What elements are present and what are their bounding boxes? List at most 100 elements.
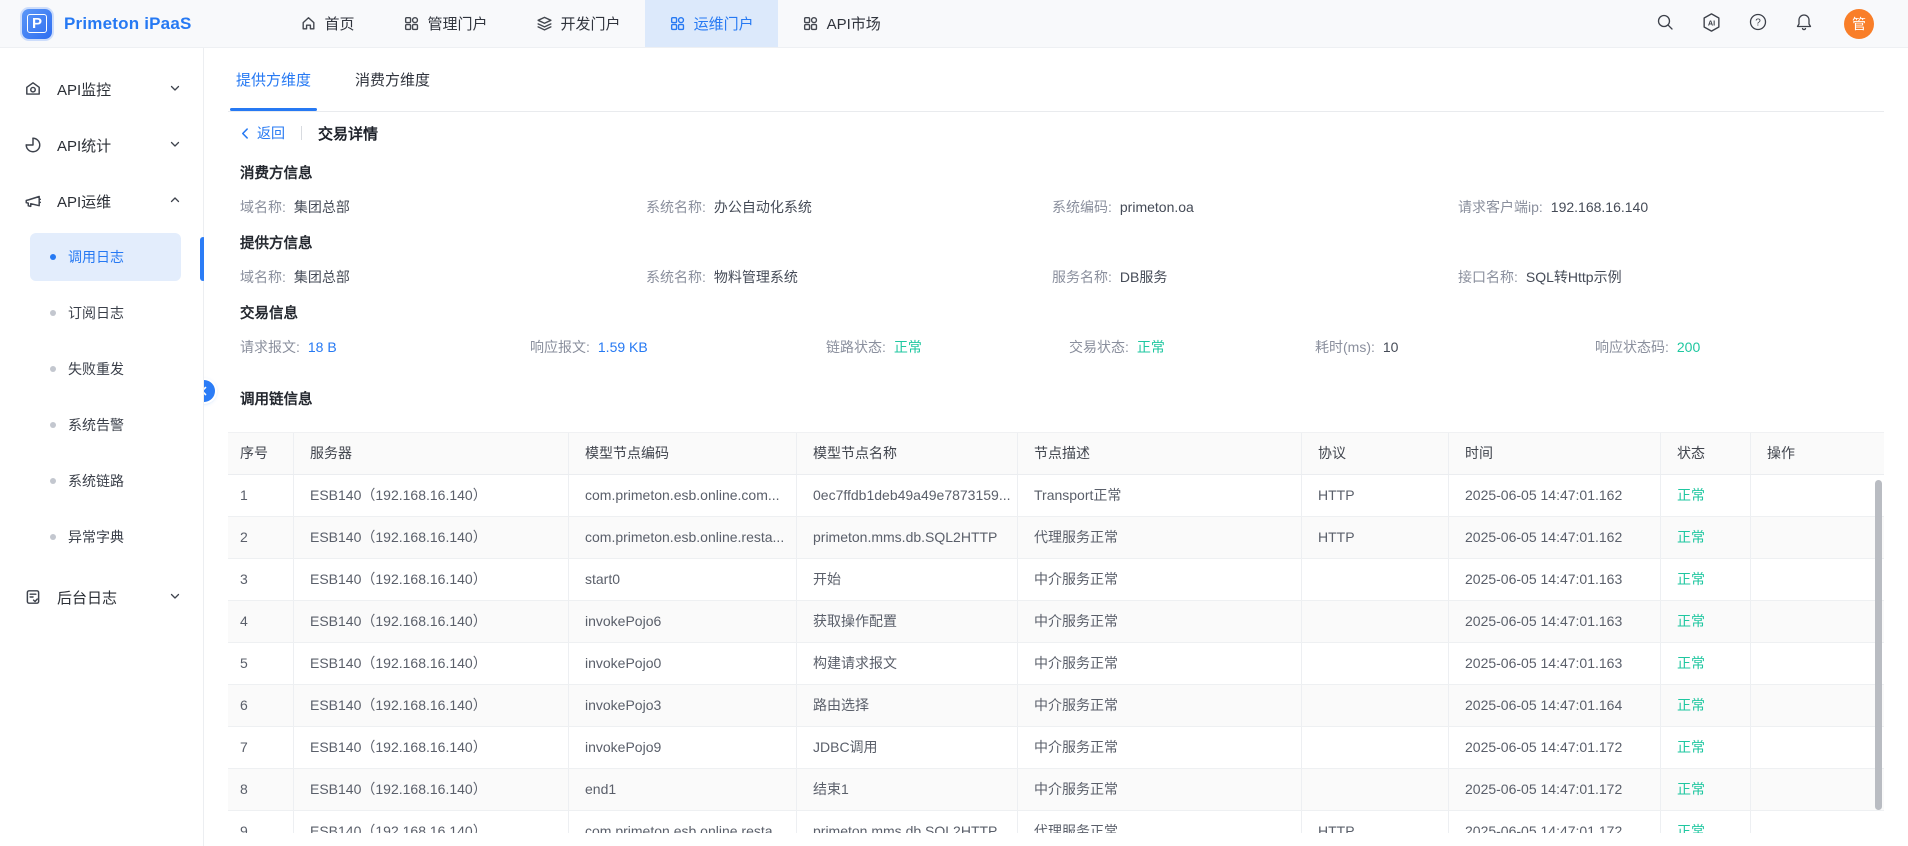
chevron-down-icon (169, 82, 181, 94)
field-value: 物料管理系统 (714, 269, 798, 285)
cell-index: 8 (228, 769, 294, 810)
cell-status: 正常 (1661, 643, 1751, 684)
cell-server: ESB140（192.168.16.140） (294, 475, 569, 516)
sidebar-subitem-system-link[interactable]: 系统链路 (30, 457, 181, 505)
bell-icon[interactable] (1794, 12, 1814, 35)
ai-icon[interactable]: AI (1701, 12, 1722, 36)
cell-status: 正常 (1661, 475, 1751, 516)
field: 系统编码:primeton.oa (1052, 197, 1458, 217)
tab-provider-dimension[interactable]: 提供方维度 (236, 48, 311, 111)
field-value[interactable]: 1.59 KB (598, 339, 648, 355)
column-header-protocol: 协议 (1302, 433, 1449, 474)
chevron-up-icon (169, 194, 181, 206)
field-label: 域名称: (240, 199, 286, 215)
sidebar-subitem-call-log[interactable]: 调用日志 (30, 233, 181, 281)
field-label: 服务名称: (1052, 269, 1112, 285)
cell-server: ESB140（192.168.16.140） (294, 727, 569, 768)
field-value: SQL转Http示例 (1526, 269, 1622, 285)
top-nav: 首页 管理门户 开发门户 运维门户API市场 (276, 0, 905, 47)
top-nav-dev-portal[interactable]: 开发门户 (512, 0, 645, 47)
sidebar-subitem-exception-dict[interactable]: 异常字典 (30, 513, 181, 561)
svg-text:AI: AI (1708, 18, 1715, 27)
divider (301, 126, 302, 140)
cell-action (1751, 475, 1884, 516)
table-row: 7ESB140（192.168.16.140）invokePojo9JDBC调用… (228, 727, 1884, 769)
cell-status: 正常 (1661, 685, 1751, 726)
top-nav-api-market[interactable]: API市场 (778, 0, 905, 47)
sidebar-item-label: API监控 (57, 79, 169, 100)
cell-node-name: 开始 (797, 559, 1018, 600)
cell-index: 6 (228, 685, 294, 726)
grid-icon (403, 15, 420, 32)
top-nav-admin-portal[interactable]: 管理门户 (379, 0, 512, 47)
sidebar-submenu-api-ops: 调用日志订阅日志失败重发系统告警系统链路异常字典 (0, 233, 203, 561)
field-value[interactable]: 18 B (308, 339, 337, 355)
cell-index: 4 (228, 601, 294, 642)
cell-server: ESB140（192.168.16.140） (294, 685, 569, 726)
sidebar-item-api-stats[interactable]: API统计 (0, 117, 203, 173)
cell-index: 2 (228, 517, 294, 558)
cell-node-code: invokePojo3 (569, 685, 797, 726)
field-value: DB服务 (1120, 269, 1167, 285)
cell-server: ESB140（192.168.16.140） (294, 769, 569, 810)
cell-index: 1 (228, 475, 294, 516)
grid-icon (669, 15, 686, 32)
top-nav-label: 管理门户 (428, 13, 488, 34)
tab-label: 消费方维度 (355, 69, 430, 90)
chevron-left-icon (240, 128, 251, 139)
top-nav-ops-portal[interactable]: 运维门户 (645, 0, 778, 47)
field-label: 系统名称: (646, 269, 706, 285)
table-row: 9ESB140（192.168.16.140）com.primeton.esb.… (228, 811, 1884, 833)
field: 交易状态:正常 (1069, 337, 1315, 357)
bullet-dot-icon (50, 310, 56, 316)
column-header-time: 时间 (1449, 433, 1661, 474)
cell-action (1751, 517, 1884, 558)
cell-action (1751, 601, 1884, 642)
sidebar-item-api-monitor[interactable]: API监控 (0, 61, 203, 117)
cell-node-name: primeton.mms.db.SQL2HTTP (797, 811, 1018, 833)
pie-icon (24, 136, 42, 154)
sidebar-collapse-button[interactable] (204, 380, 215, 402)
sidebar-subitem-subscribe-log[interactable]: 订阅日志 (30, 289, 181, 337)
cell-action (1751, 643, 1884, 684)
back-label: 返回 (257, 123, 285, 143)
cell-protocol (1302, 643, 1449, 684)
top-nav-label: 开发门户 (561, 13, 621, 34)
cell-time: 2025-06-05 14:47:01.162 (1449, 475, 1661, 516)
app-logo-icon: P (22, 9, 52, 39)
top-nav-home[interactable]: 首页 (276, 0, 379, 47)
back-button[interactable]: 返回 (240, 123, 285, 143)
sidebar-item-label: 后台日志 (57, 587, 169, 608)
chevron-left-icon (204, 386, 209, 396)
sidebar-item-backend-log[interactable]: 后台日志 (0, 569, 203, 625)
field-label: 接口名称: (1458, 269, 1518, 285)
cell-status: 正常 (1661, 517, 1751, 558)
cell-node-desc: 代理服务正常 (1018, 517, 1302, 558)
field-label: 系统编码: (1052, 199, 1112, 215)
cell-index: 7 (228, 727, 294, 768)
cell-node-code: invokePojo9 (569, 727, 797, 768)
table-scrollbar-thumb[interactable] (1875, 480, 1882, 810)
sidebar-subitem-fail-resend[interactable]: 失败重发 (30, 345, 181, 393)
field: 域名称:集团总部 (240, 267, 646, 287)
field: 服务名称: DB服务 (1052, 267, 1458, 287)
search-icon[interactable] (1655, 12, 1675, 35)
help-icon[interactable]: ? (1748, 12, 1768, 35)
field-label: 耗时(ms): (1315, 339, 1375, 355)
cell-time: 2025-06-05 14:47:01.163 (1449, 643, 1661, 684)
cell-time: 2025-06-05 14:47:01.172 (1449, 727, 1661, 768)
sidebar-item-api-ops[interactable]: API运维 (0, 173, 203, 229)
dimension-tabs: 提供方维度 消费方维度 (228, 48, 1884, 112)
cell-status: 正常 (1661, 769, 1751, 810)
cell-protocol: HTTP (1302, 811, 1449, 833)
cell-action (1751, 685, 1884, 726)
tab-consumer-dimension[interactable]: 消费方维度 (355, 48, 430, 111)
cell-action (1751, 559, 1884, 600)
field-value: 10 (1383, 339, 1399, 355)
section-fields: 域名称:集团总部系统名称: 物料管理系统 服务名称: DB服务 接口名称: SQL转Htt… (240, 266, 1884, 288)
sidebar-subitem-system-alert[interactable]: 系统告警 (30, 401, 181, 449)
field: 请求客户端ip:192.168.16.140 (1458, 197, 1884, 217)
cell-time: 2025-06-05 14:47:01.164 (1449, 685, 1661, 726)
log-icon (24, 588, 42, 606)
user-avatar[interactable]: 管 (1844, 9, 1874, 39)
